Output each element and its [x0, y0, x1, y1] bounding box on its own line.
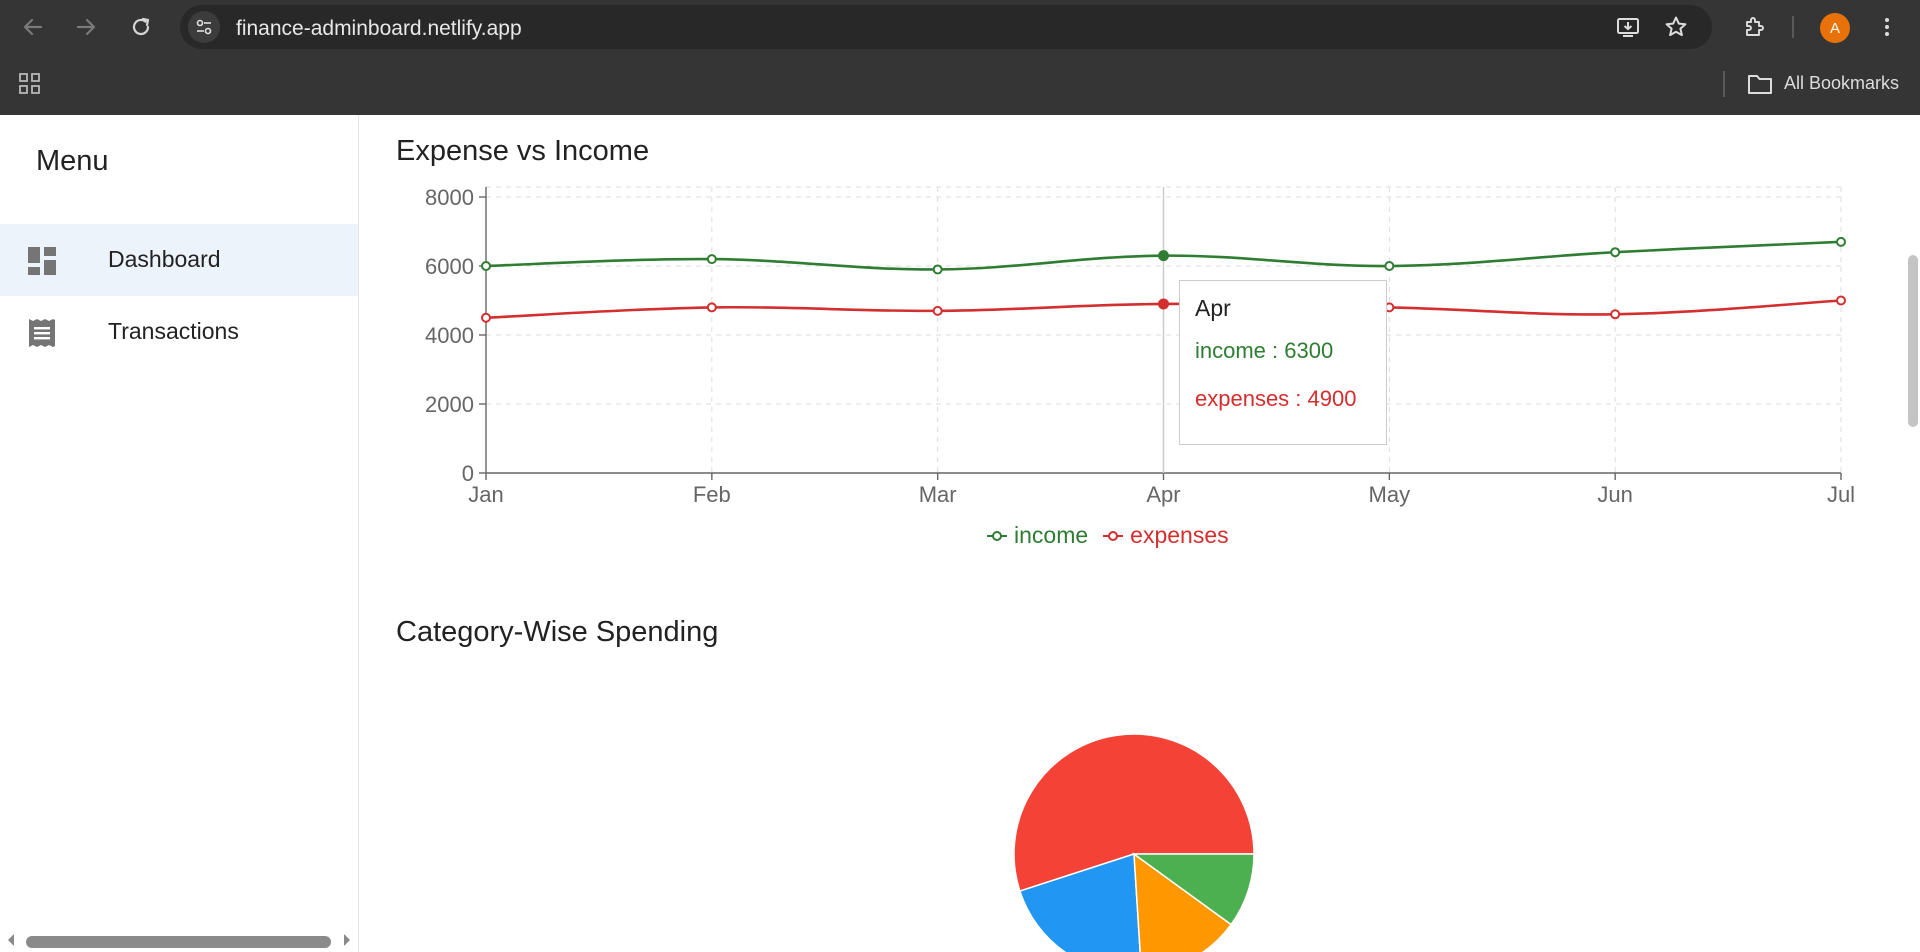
data-point-expenses — [706, 302, 717, 313]
x-tick-label: May — [1369, 482, 1411, 507]
back-arrow-icon — [23, 18, 43, 36]
apps-grid-icon[interactable] — [16, 70, 44, 98]
browser-toolbar: finance-adminboard.netlify.app A — [0, 0, 1920, 54]
legend-line-icon — [1103, 530, 1124, 541]
x-tick-label: Jan — [468, 482, 503, 507]
address-bar[interactable]: finance-adminboard.netlify.app — [180, 5, 1712, 49]
site-info-icon[interactable] — [188, 11, 220, 43]
data-point-income — [481, 261, 491, 271]
y-tick-label: 8000 — [425, 185, 474, 210]
chart-legend: income expenses — [986, 522, 1229, 549]
data-point-income — [1836, 236, 1846, 247]
vertical-scrollbar-thumb[interactable] — [1908, 255, 1918, 427]
folder-icon[interactable] — [1746, 71, 1774, 97]
x-tick-label: Jun — [1597, 482, 1632, 507]
back-button[interactable] — [16, 10, 50, 44]
legend-line-icon — [987, 530, 1007, 541]
y-tick-label: 6000 — [425, 254, 474, 279]
reload-button[interactable] — [124, 10, 158, 44]
x-tick-label: Apr — [1146, 482, 1180, 507]
data-point-expenses — [1158, 298, 1169, 310]
all-bookmarks-label[interactable]: All Bookmarks — [1784, 73, 1899, 94]
reload-icon — [132, 17, 150, 36]
x-tick-label: Mar — [919, 482, 957, 507]
data-point-expenses — [1610, 309, 1621, 320]
install-app-icon[interactable] — [1611, 10, 1645, 44]
profile-avatar[interactable]: A — [1820, 13, 1850, 43]
y-tick-label: 4000 — [425, 323, 474, 348]
legend-label-expenses: expenses — [1130, 522, 1229, 548]
data-point-income — [706, 254, 717, 265]
category-pie-chart — [1013, 733, 1255, 952]
bookmarks-bar: All Bookmarks — [0, 54, 1920, 115]
tooltip-expenses: expenses : 4900 — [1195, 386, 1357, 411]
legend-item-expenses[interactable]: expenses — [1102, 522, 1229, 549]
bookmark-star-icon[interactable] — [1659, 10, 1693, 44]
page: Menu Dashboard Transactions Expense vs I… — [0, 115, 1920, 952]
kebab-menu-icon[interactable] — [1870, 10, 1904, 44]
forward-arrow-icon — [76, 18, 96, 36]
forward-button[interactable] — [69, 10, 103, 44]
legend-item-income[interactable]: income — [986, 522, 1088, 549]
x-tick-label: Feb — [693, 482, 731, 507]
toolbar-divider — [1792, 16, 1794, 38]
data-point-income — [1384, 261, 1395, 271]
bookmarks-divider — [1723, 71, 1725, 97]
data-point-expenses — [1836, 295, 1846, 306]
extensions-icon[interactable] — [1737, 10, 1771, 44]
url-text: finance-adminboard.netlify.app — [236, 17, 522, 40]
data-point-income — [932, 264, 943, 275]
expense-income-line-chart: 02000400060008000Jan Feb Mar Apr May Jun Jul — [425, 185, 1855, 507]
chart-tooltip: Apr income : 6300 expenses : 4900 — [1179, 280, 1387, 445]
legend-label-income: income — [1014, 522, 1089, 548]
x-tick-label: Jul — [1827, 482, 1855, 507]
data-point-expenses — [932, 305, 943, 316]
data-point-income — [1158, 250, 1169, 262]
tooltip-label: Apr — [1195, 295, 1231, 321]
y-tick-label: 2000 — [425, 392, 474, 417]
data-point-income — [1610, 247, 1621, 258]
tooltip-income: income : 6300 — [1195, 338, 1334, 363]
data-point-expenses — [481, 312, 491, 323]
